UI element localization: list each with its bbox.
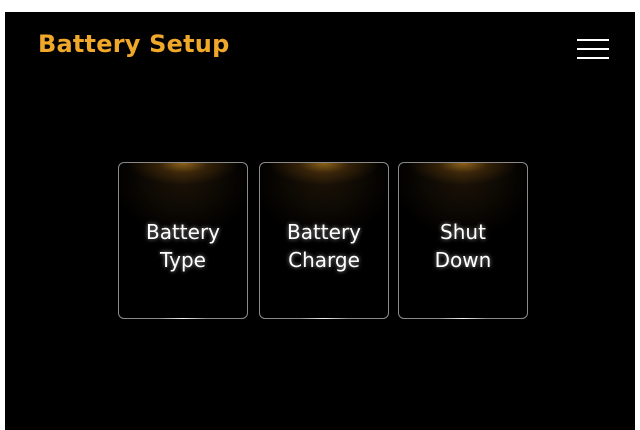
menu-bar-top [577, 39, 609, 41]
menu-bar-middle [577, 48, 609, 50]
battery-setup-screen: Battery Setup Battery Type Battery Charg… [5, 12, 635, 430]
battery-type-label: Battery Type [145, 220, 221, 272]
menu-bar-bottom [577, 57, 609, 59]
battery-type-button[interactable]: Battery Type [118, 162, 248, 319]
shut-down-button[interactable]: Shut Down [398, 162, 528, 319]
battery-charge-button[interactable]: Battery Charge [259, 162, 389, 319]
hamburger-menu-icon[interactable] [575, 37, 611, 65]
shut-down-label: Shut Down [434, 220, 492, 272]
page-title: Battery Setup [38, 30, 230, 58]
battery-charge-label: Battery Charge [286, 220, 362, 272]
